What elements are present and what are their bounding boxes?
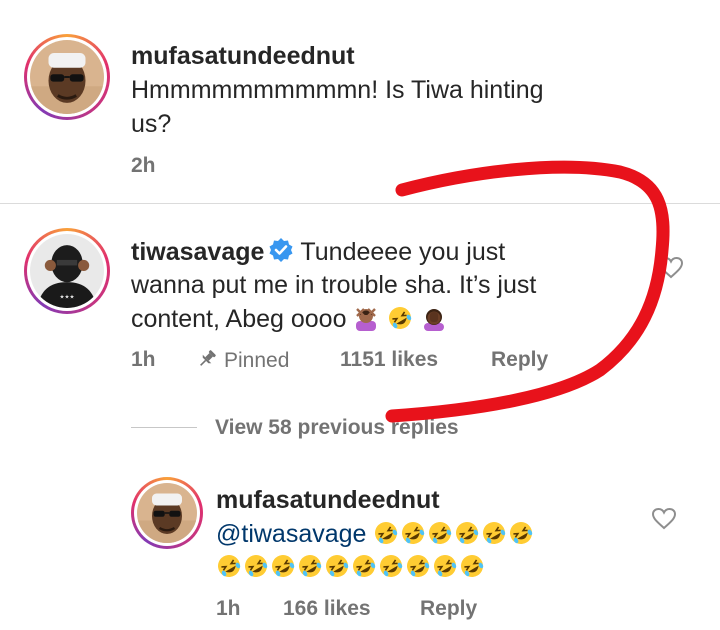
avatar-photo — [30, 40, 104, 114]
rofl-emoji — [351, 553, 377, 579]
comment-text-line-with-emojis: content, Abeg oooo — [131, 305, 448, 334]
comment-username: tiwasavage Tundeeee you just — [131, 237, 505, 267]
svg-text:★★★: ★★★ — [60, 294, 75, 301]
comment-time: 1h — [131, 348, 156, 371]
rofl-emoji — [297, 553, 323, 579]
likes-count[interactable]: 1151 likes — [340, 348, 438, 372]
rofl-emoji — [427, 520, 453, 546]
comment-username[interactable]: mufasatundeednut — [131, 42, 355, 71]
rofl-emoji — [508, 520, 534, 546]
reply-likes-count[interactable]: 166 likes — [283, 597, 371, 621]
replies-connector-line — [131, 427, 197, 428]
avatar-mufasatundeednut-reply[interactable] — [131, 477, 203, 549]
comment-text-line: content, Abeg oooo — [131, 305, 347, 333]
rofl-emoji — [405, 553, 431, 579]
rofl-emoji — [216, 553, 242, 579]
comment-text-line: Tundeeee you just — [300, 238, 506, 266]
comment-time: 2h — [131, 154, 156, 177]
rofl-emoji — [459, 553, 485, 579]
avatar-tiwasavage[interactable]: ★★★ — [24, 228, 110, 314]
mention-link[interactable]: @tiwasavage — [216, 520, 366, 548]
reply-button[interactable]: Reply — [491, 348, 548, 372]
comment-text-line: Hmmmmmmmmmmn! Is Tiwa hinting — [131, 76, 544, 104]
heart-icon[interactable] — [651, 507, 677, 531]
rofl-emoji — [373, 520, 399, 546]
pin-icon — [200, 350, 216, 366]
comment-username[interactable]: tiwasavage — [131, 238, 264, 266]
rofl-emoji — [481, 520, 507, 546]
pinned-label: Pinned — [224, 349, 290, 372]
rofl-emoji — [378, 553, 404, 579]
view-previous-replies-link[interactable]: View 58 previous replies — [215, 416, 459, 440]
rofl-emoji — [400, 520, 426, 546]
comment-text-line: us? — [131, 110, 172, 138]
avatar-photo: ★★★ — [30, 234, 104, 308]
rofl-emoji — [270, 553, 296, 579]
reply-username[interactable]: mufasatundeednut — [216, 486, 440, 515]
rofl-emoji — [454, 520, 480, 546]
rofl-emoji — [243, 553, 269, 579]
rofl-emoji — [324, 553, 350, 579]
heart-icon[interactable] — [658, 256, 684, 280]
reply-text-line: @tiwasavage — [216, 520, 535, 549]
comment-divider — [0, 203, 720, 204]
avatar-mufasatundeednut[interactable] — [24, 34, 110, 120]
woman-facepalming-emoji — [421, 305, 447, 331]
comment-text-line: wanna put me in trouble sha. It’s just — [131, 271, 537, 299]
reply-reply-button[interactable]: Reply — [420, 597, 477, 621]
pinned-indicator: Pinned — [196, 348, 289, 373]
verified-badge-icon — [268, 237, 294, 263]
woman-gesturing-no-emoji — [353, 305, 379, 331]
reply-emoji-line — [216, 553, 486, 582]
rofl-emoji — [387, 305, 413, 331]
rofl-emoji — [432, 553, 458, 579]
avatar-photo — [137, 483, 197, 543]
reply-time: 1h — [216, 597, 241, 620]
